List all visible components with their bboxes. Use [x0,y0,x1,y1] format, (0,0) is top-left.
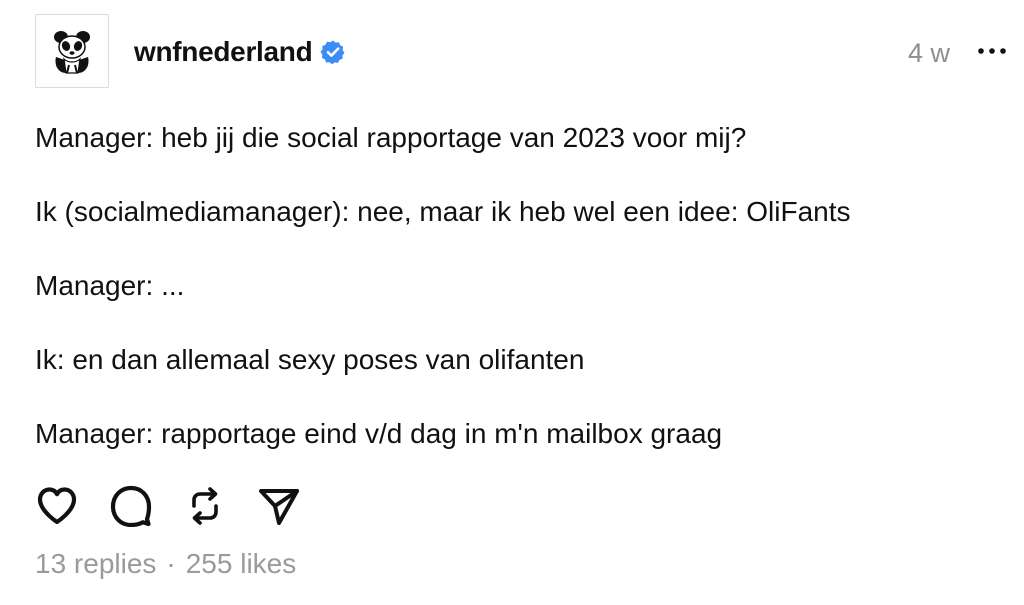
comment-icon [110,485,152,527]
likes-count[interactable]: 255 likes [186,548,297,580]
thread-post: wnfnederland 4 w Manager: heb jij die so… [0,0,1024,605]
post-header: wnfnederland 4 w [35,14,1010,90]
avatar[interactable] [35,14,109,88]
panda-logo-icon [54,31,90,74]
repost-button[interactable] [183,484,227,528]
repost-icon [192,487,218,525]
post-text-line: Manager: heb jij die social rapportage v… [35,122,747,153]
like-button[interactable] [35,484,79,528]
heart-icon [37,487,77,525]
post-body: Manager: heb jij die social rapportage v… [35,120,995,490]
post-actions [35,484,331,528]
post-stats: 13 replies · 255 likes [35,548,296,580]
verified-badge-icon [320,40,345,65]
post-text-line: Ik: en dan allemaal sexy poses van olifa… [35,344,585,375]
more-options-button[interactable] [974,36,1010,66]
post-text-line: Manager: ... [35,270,185,301]
more-options-icon [978,48,1006,54]
author-block: wnfnederland [134,36,346,68]
send-icon [259,489,299,525]
post-timestamp: 4 w [907,38,950,68]
reply-button[interactable] [109,484,153,528]
stats-separator: · [166,548,176,579]
share-button[interactable] [257,484,301,528]
post-text-line: Ik (socialmediamanager): nee, maar ik he… [35,196,851,227]
username[interactable]: wnfnederland [134,36,313,68]
replies-count[interactable]: 13 replies [35,548,156,580]
post-text-line: Manager: rapportage eind v/d dag in m'n … [35,418,723,449]
